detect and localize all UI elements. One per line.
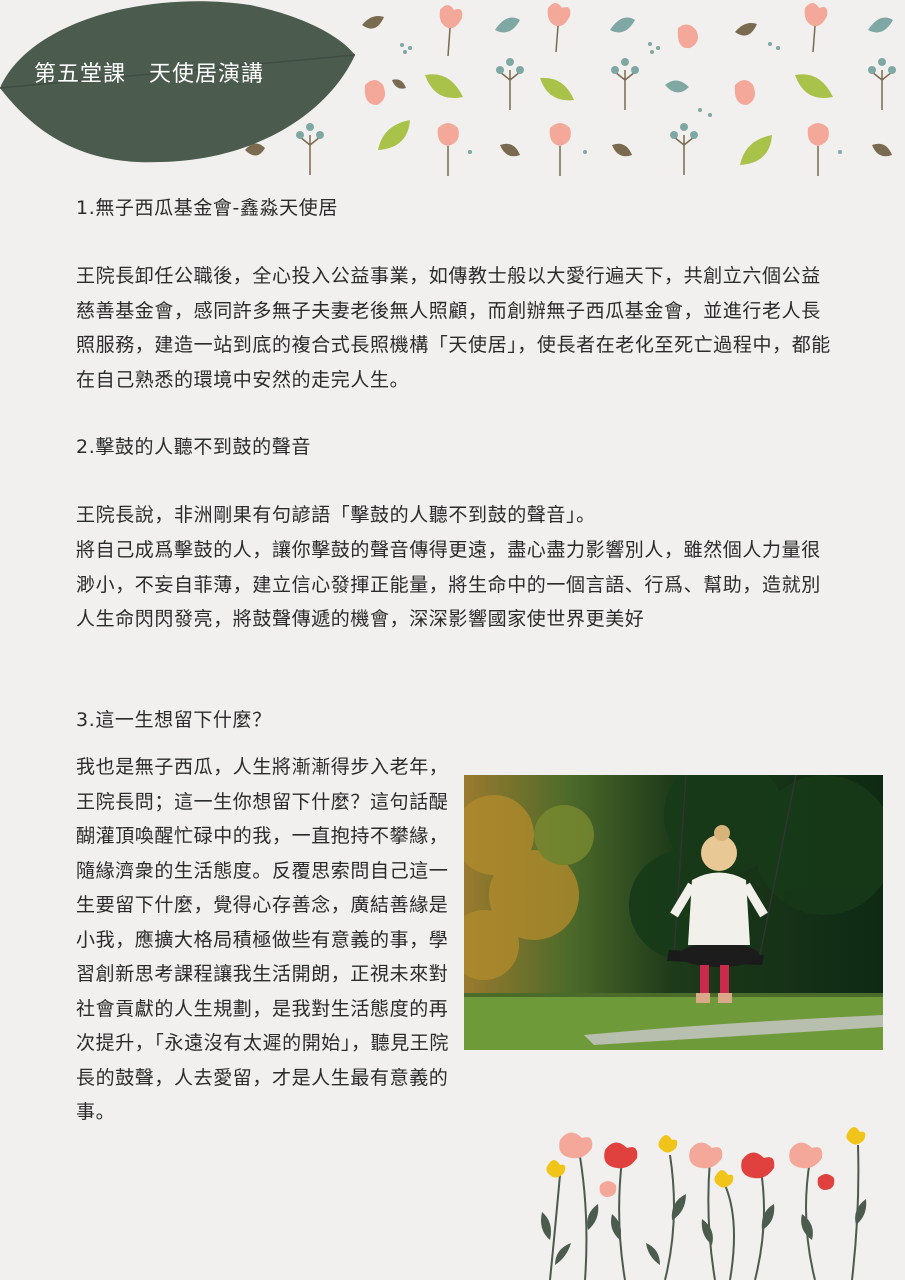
section-heading-3: 3.這一生想留下什麼？ bbox=[76, 709, 272, 731]
flower-bouquet-illustration bbox=[541, 1127, 867, 1280]
section-paragraph-2a: 王院長說，非洲剛果有句諺語「擊鼓的人聽不到鼓的聲音」。 bbox=[76, 504, 596, 526]
dot-cluster bbox=[400, 42, 842, 154]
section-paragraph-3: 我也是無子西瓜，人生將漸漸得步入老年，王院長問；這一生你想留下什麼？這句話醍醐灌… bbox=[76, 756, 450, 1123]
leaf-icon bbox=[378, 74, 833, 165]
page-title: 第五堂課 天使居演講 bbox=[34, 62, 265, 87]
stem-lines bbox=[299, 25, 893, 176]
section-paragraph-1: 王院長卸任公職後，全心投入公益事業，如傳教士般以大愛行遍天下，共創立六個公益慈善… bbox=[76, 265, 831, 391]
pink-flower-icon bbox=[559, 1132, 823, 1197]
girl-on-swing-photo bbox=[464, 775, 883, 1050]
teal-berry-icon bbox=[296, 58, 896, 139]
section-heading-2: 2.擊鼓的人聽不到鼓的聲音 bbox=[76, 436, 311, 458]
section-paragraph-2b: 將自己成爲擊鼓的人，讓你擊鼓的聲音傳得更遠，盡心盡力影響別人，雖然個人力量很渺小… bbox=[76, 539, 821, 630]
section-heading-1: 1.無子西瓜基金會-鑫淼天使居 bbox=[76, 197, 338, 219]
